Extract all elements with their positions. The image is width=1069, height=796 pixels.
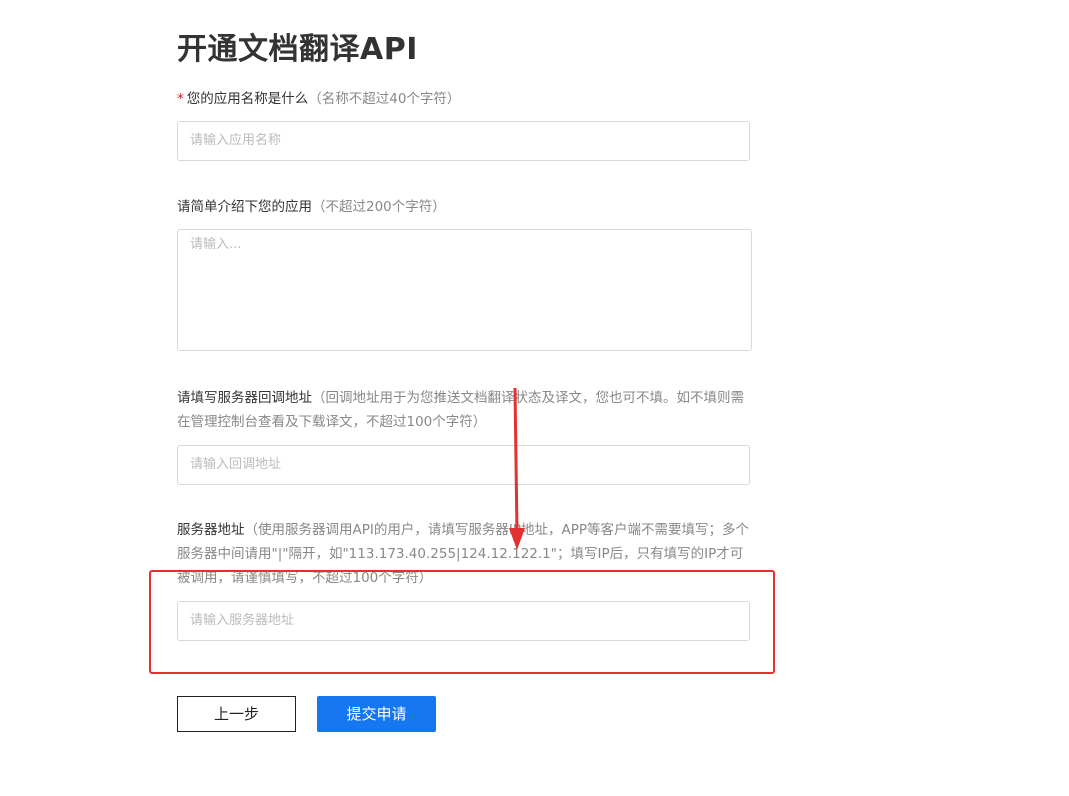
app-name-placeholder: 请输入应用名称: [190, 133, 282, 148]
app-name-input[interactable]: 请输入应用名称: [177, 121, 750, 161]
callback-input[interactable]: 请输入回调地址: [177, 445, 750, 485]
page-title: 开通文档翻译API: [177, 32, 418, 67]
callback-placeholder: 请输入回调地址: [190, 457, 282, 472]
highlight-box: [149, 570, 775, 674]
server-label-text: 服务器地址: [177, 522, 245, 538]
callback-label: 请填写服务器回调地址（回调地址用于为您推送文档翻译状态及译文，您也可不填。如不填…: [177, 386, 755, 434]
back-button[interactable]: 上一步: [177, 696, 296, 732]
required-mark: *: [177, 91, 184, 107]
app-desc-hint: （不超过200个字符）: [312, 199, 446, 215]
app-desc-label: 请简单介绍下您的应用（不超过200个字符）: [177, 195, 755, 219]
app-desc-label-text: 请简单介绍下您的应用: [177, 199, 312, 215]
app-name-label-text: 您的应用名称是什么: [186, 91, 309, 107]
app-desc-textarea[interactable]: 请输入...: [177, 229, 752, 351]
callback-label-text: 请填写服务器回调地址: [177, 390, 312, 406]
annotation-arrow: [509, 388, 525, 550]
app-name-hint: （名称不超过40个字符）: [308, 91, 461, 107]
app-desc-placeholder: 请输入...: [190, 237, 242, 252]
submit-button[interactable]: 提交申请: [317, 696, 436, 732]
app-name-label: * 您的应用名称是什么（名称不超过40个字符）: [177, 87, 755, 111]
